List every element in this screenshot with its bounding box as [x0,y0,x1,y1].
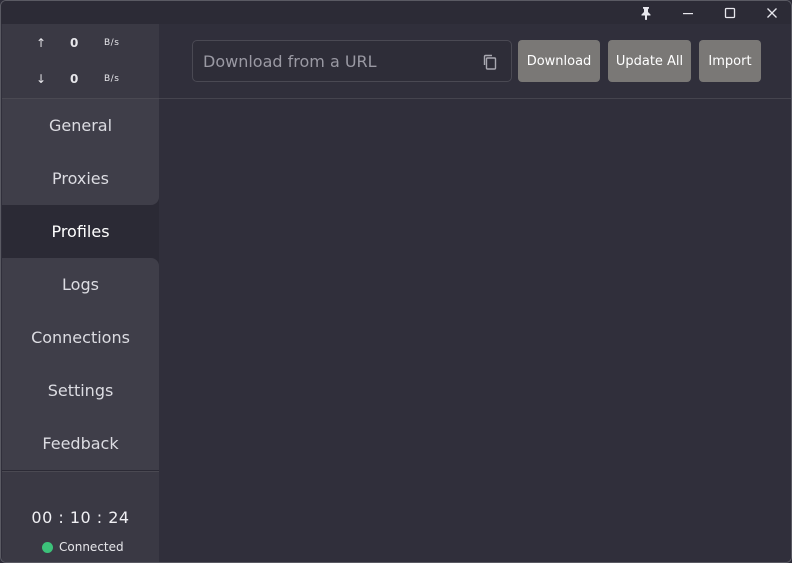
status-dot-icon [42,541,53,553]
copy-icon[interactable] [481,53,499,71]
sidebar-item-profiles[interactable]: Profiles [2,205,159,258]
upload-unit: B/s [104,38,120,48]
update-all-button[interactable]: Update All [608,40,691,82]
minimize-icon[interactable] [668,1,708,24]
import-button[interactable]: Import [699,40,761,82]
profiles-list-area [159,99,791,562]
uptime-timer: 00 : 10 : 24 [31,508,130,527]
url-input[interactable] [193,41,473,81]
title-bar [1,1,791,24]
sidebar-item-settings[interactable]: Settings [2,364,159,417]
sidebar-item-proxies[interactable]: Proxies [2,152,159,205]
sidebar-item-connections[interactable]: Connections [2,311,159,364]
nav-group-top: General Proxies [2,99,159,205]
download-speed: ↓ 0 B/s [2,69,159,89]
main-content: Download Update All Import [159,24,791,562]
sidebar-item-general[interactable]: General [2,99,159,152]
connection-status: Connected [42,539,124,555]
app-window: ↑ 0 B/s ↓ 0 B/s General Proxies Profiles… [0,0,792,563]
download-button[interactable]: Download [518,40,600,82]
pin-icon[interactable] [626,1,666,24]
download-arrow-icon: ↓ [36,72,47,86]
download-unit: B/s [104,74,120,84]
sidebar-item-feedback[interactable]: Feedback [2,417,159,470]
close-icon[interactable] [752,1,791,24]
status-panel: 00 : 10 : 24 Connected [2,471,159,562]
maximize-icon[interactable] [710,1,750,24]
url-input-box [192,40,512,82]
profiles-toolbar: Download Update All Import [159,24,791,99]
upload-value: 0 [70,36,79,50]
connection-label: Connected [59,540,124,554]
nav-group-bottom: Logs Connections Settings Feedback [2,258,159,470]
upload-arrow-icon: ↑ [36,36,47,50]
download-value: 0 [70,72,79,86]
upload-speed: ↑ 0 B/s [2,33,159,53]
traffic-panel: ↑ 0 B/s ↓ 0 B/s [2,24,159,99]
sidebar: ↑ 0 B/s ↓ 0 B/s General Proxies Profiles… [2,24,159,562]
sidebar-item-logs[interactable]: Logs [2,258,159,311]
